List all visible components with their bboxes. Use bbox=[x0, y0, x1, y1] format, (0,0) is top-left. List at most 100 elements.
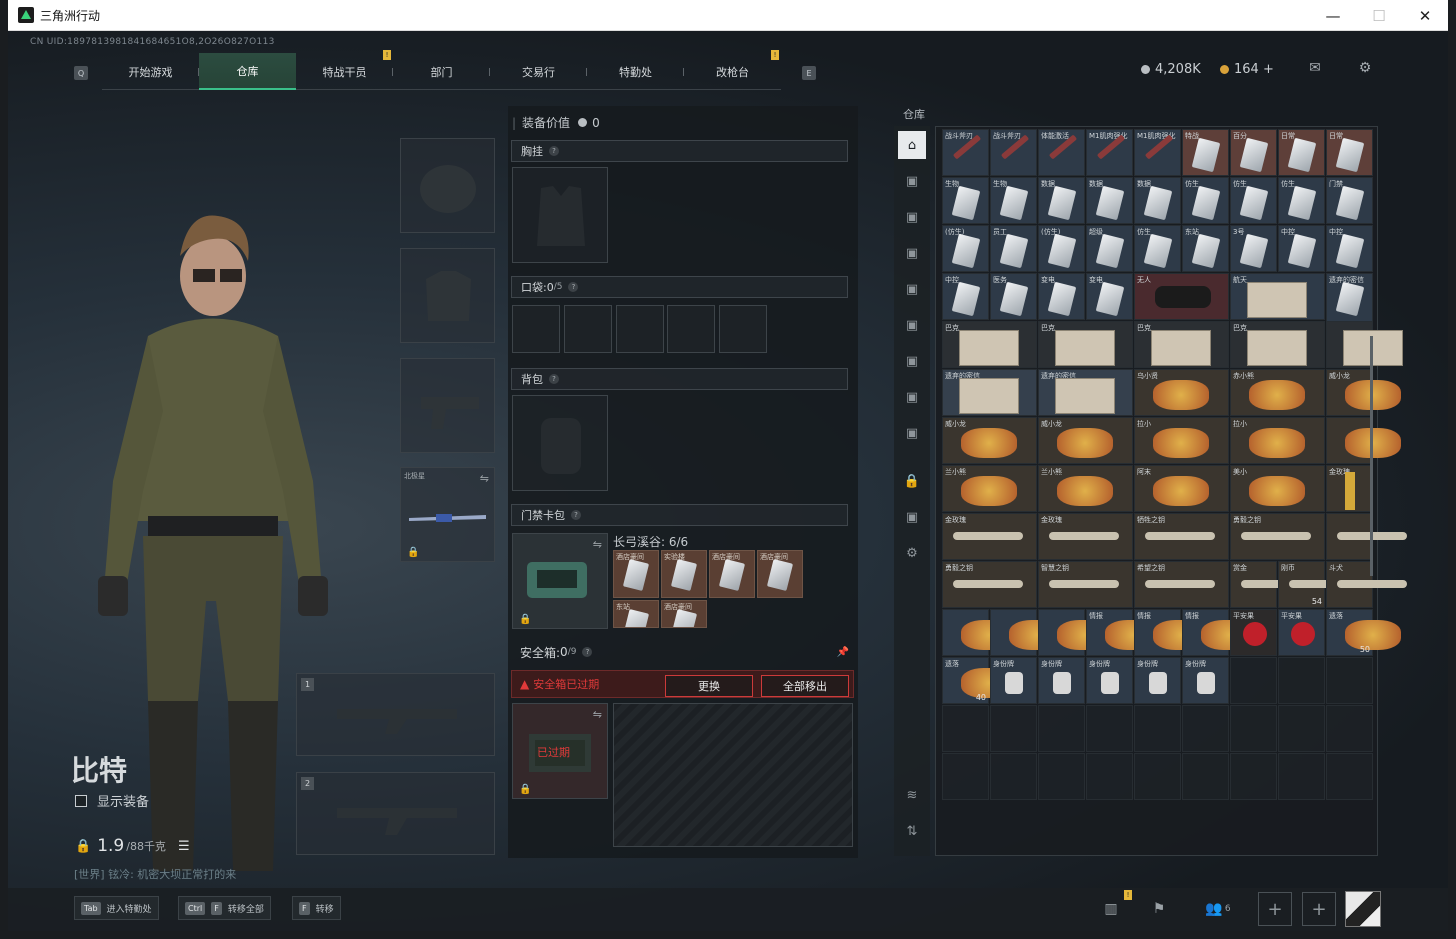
warehouse-item[interactable]: 乌小贤 bbox=[1134, 369, 1229, 416]
warehouse-empty-cell[interactable] bbox=[1182, 753, 1229, 800]
tab-warehouse[interactable]: 仓库 bbox=[199, 53, 296, 90]
warehouse-item[interactable]: 勇毅之钥 bbox=[942, 561, 1037, 608]
warehouse-item[interactable]: (仿生) bbox=[1038, 225, 1085, 272]
close-button[interactable]: ✕ bbox=[1402, 0, 1448, 31]
warehouse-lock-tab[interactable]: 🔒 bbox=[898, 467, 926, 495]
warehouse-empty-cell[interactable] bbox=[990, 705, 1037, 752]
melee-slot[interactable]: 北极星 ⇋ 🔒 bbox=[400, 467, 495, 562]
helmet-slot[interactable] bbox=[400, 138, 495, 233]
warehouse-tab-7[interactable]: ▣ bbox=[898, 383, 926, 411]
warehouse-item[interactable]: 航天 bbox=[1230, 273, 1325, 320]
warehouse-empty-cell[interactable] bbox=[1038, 753, 1085, 800]
warehouse-item[interactable]: 变电 bbox=[1086, 273, 1133, 320]
keycard-item[interactable]: 酒店豪间 bbox=[757, 550, 803, 598]
warehouse-item[interactable]: 情报 bbox=[1086, 609, 1161, 656]
warehouse-tab-6[interactable]: ▣ bbox=[898, 347, 926, 375]
flag-icon[interactable]: ⚑ bbox=[1146, 898, 1172, 920]
warehouse-item[interactable]: 身份牌 bbox=[1134, 657, 1181, 704]
backpack-slot[interactable] bbox=[512, 395, 608, 491]
sort-icon[interactable]: ⇅ bbox=[898, 817, 926, 845]
warehouse-item[interactable]: (仿生) bbox=[942, 225, 989, 272]
warehouse-item[interactable]: 仿生 bbox=[1134, 225, 1181, 272]
keycard-item[interactable]: 酒店豪间 bbox=[709, 550, 755, 598]
warehouse-item[interactable]: 数据 bbox=[1134, 177, 1181, 224]
keycard-item[interactable]: 酒店豪间 bbox=[613, 550, 659, 598]
pocket-slot[interactable] bbox=[512, 305, 560, 353]
player-avatar[interactable] bbox=[1345, 891, 1381, 927]
tab-market[interactable]: 交易行 bbox=[490, 53, 587, 90]
warehouse-item[interactable]: 巴克 bbox=[1134, 321, 1229, 368]
warehouse-item[interactable]: 战斗斧刃 bbox=[942, 129, 989, 176]
keycard-item[interactable]: 酒店豪间 bbox=[661, 600, 707, 628]
warehouse-item[interactable] bbox=[990, 609, 1065, 656]
warehouse-item[interactable] bbox=[1326, 513, 1407, 560]
warehouse-tab-3[interactable]: ▣ bbox=[898, 239, 926, 267]
warehouse-empty-cell[interactable] bbox=[1230, 657, 1277, 704]
warehouse-item[interactable]: 身份牌 bbox=[1086, 657, 1133, 704]
warehouse-item[interactable]: 拉小 bbox=[1134, 417, 1229, 464]
pocket-slot[interactable] bbox=[564, 305, 612, 353]
warehouse-item[interactable]: 身份牌 bbox=[990, 657, 1037, 704]
armor-slot[interactable] bbox=[400, 248, 495, 343]
world-chat-line[interactable]: [世界] 铉冷: 机密大坝正常打的来 bbox=[74, 866, 236, 882]
warehouse-item[interactable]: 身份牌 bbox=[1038, 657, 1085, 704]
chest-rig-slot[interactable] bbox=[512, 167, 608, 263]
warehouse-empty-cell[interactable] bbox=[942, 705, 989, 752]
warehouse-item[interactable]: 仿生 bbox=[1182, 177, 1229, 224]
warehouse-item[interactable]: 数据 bbox=[1038, 177, 1085, 224]
nav-next-key[interactable]: E bbox=[802, 66, 816, 80]
pocket-slot[interactable] bbox=[667, 305, 715, 353]
warehouse-item[interactable]: 战斗斧刃 bbox=[990, 129, 1037, 176]
warehouse-item[interactable]: M1肌肉强化 bbox=[1134, 129, 1181, 176]
warehouse-item[interactable]: M1肌肉强化 bbox=[1086, 129, 1133, 176]
warehouse-item[interactable]: 仿生 bbox=[1230, 177, 1277, 224]
warehouse-item[interactable]: 特战 bbox=[1182, 129, 1229, 176]
keycard-item[interactable]: 东站 bbox=[613, 600, 659, 628]
hint-transfer-all[interactable]: Ctrl F 转移全部 bbox=[178, 896, 271, 920]
warehouse-item[interactable]: 日常 bbox=[1278, 129, 1325, 176]
warehouse-item[interactable] bbox=[1326, 417, 1401, 464]
show-gear-toggle[interactable]: 显示装备 bbox=[75, 791, 149, 810]
warehouse-empty-cell[interactable] bbox=[1038, 705, 1085, 752]
warehouse-tab-9[interactable]: ▣ bbox=[898, 503, 926, 531]
show-gear-checkbox[interactable] bbox=[75, 794, 87, 807]
safe-box-grid[interactable] bbox=[613, 703, 853, 847]
warehouse-item[interactable]: 牺牲之钥 bbox=[1134, 513, 1229, 560]
warehouse-item[interactable]: 巴克 bbox=[1038, 321, 1133, 368]
help-icon[interactable]: ? bbox=[568, 282, 579, 292]
help-icon[interactable]: ? bbox=[549, 374, 559, 384]
warehouse-grid[interactable]: 战斗斧刃 战斗斧刃 体能激活 M1肌肉强化 M1肌肉强化 特战 百分 日常 日常 生物 生物 数据 数据… bbox=[935, 126, 1407, 856]
layers-icon[interactable]: ≋ bbox=[898, 781, 926, 809]
warehouse-item[interactable]: 赏金 bbox=[1230, 561, 1311, 608]
warehouse-item[interactable]: 中控 bbox=[1326, 225, 1373, 272]
warehouse-item[interactable]: 百分 bbox=[1230, 129, 1277, 176]
warehouse-item[interactable]: 美小 bbox=[1230, 465, 1325, 512]
warehouse-item[interactable]: 员工 bbox=[990, 225, 1037, 272]
warehouse-empty-cell[interactable] bbox=[1182, 705, 1229, 752]
warehouse-item[interactable]: 生物 bbox=[942, 177, 989, 224]
warehouse-tab-1[interactable]: ▣ bbox=[898, 167, 926, 195]
warehouse-item[interactable]: 生物 bbox=[990, 177, 1037, 224]
keycard-item[interactable]: 实验楼 bbox=[661, 550, 707, 598]
add-party-slot[interactable]: + bbox=[1302, 892, 1336, 926]
warehouse-tab-8[interactable]: ▣ bbox=[898, 419, 926, 447]
warehouse-item[interactable]: 巴克 bbox=[942, 321, 1037, 368]
primary-weapon-slot-1[interactable]: 1 bbox=[296, 673, 495, 756]
points-balance[interactable]: 164 + bbox=[1220, 62, 1274, 77]
warehouse-empty-cell[interactable] bbox=[1278, 705, 1325, 752]
warehouse-item[interactable]: 遗落 40 bbox=[942, 657, 1017, 704]
primary-weapon-slot-2[interactable]: 2 bbox=[296, 772, 495, 855]
warehouse-empty-cell[interactable] bbox=[1086, 753, 1133, 800]
warehouse-item[interactable]: 威小龙 bbox=[1038, 417, 1133, 464]
warehouse-empty-cell[interactable] bbox=[1134, 705, 1181, 752]
warehouse-item[interactable]: 勇毅之钥 bbox=[1230, 513, 1325, 560]
warehouse-item[interactable]: 希望之钥 bbox=[1134, 561, 1229, 608]
warehouse-item[interactable]: 巴克 bbox=[1230, 321, 1325, 368]
warehouse-settings-tab[interactable]: ⚙ bbox=[898, 539, 926, 567]
mail-icon[interactable]: ✉ bbox=[1305, 60, 1325, 76]
warehouse-item[interactable] bbox=[1038, 609, 1113, 656]
warehouse-item[interactable]: 医务 bbox=[990, 273, 1037, 320]
swap-icon[interactable]: ⇋ bbox=[480, 472, 489, 485]
pin-icon[interactable]: 📌 bbox=[837, 647, 849, 658]
warehouse-empty-cell[interactable] bbox=[990, 753, 1037, 800]
